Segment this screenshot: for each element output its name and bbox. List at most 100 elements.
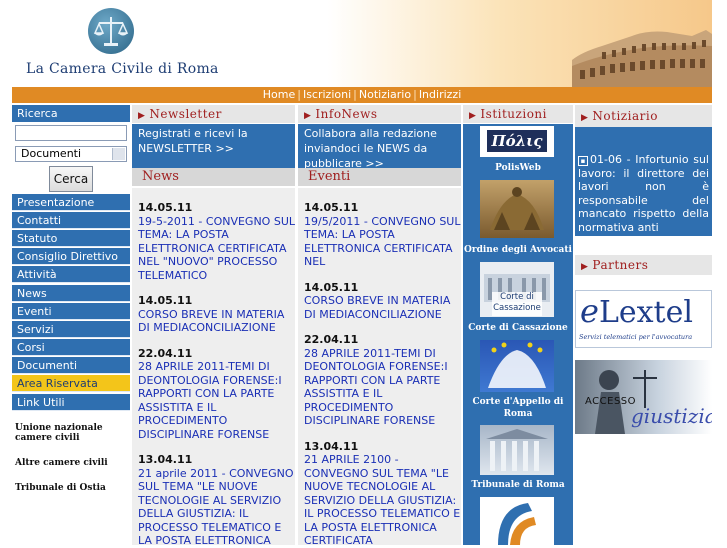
list-item[interactable]: 13.04.11 21 APRILE 2100 - CONVEGNO SUL T…	[304, 440, 461, 546]
list-item[interactable]: 14.05.11 CORSO BREVE IN MATERIA DI MEDIA…	[138, 294, 295, 335]
lextel-tagline: Servizi telematici per l'avvocatura	[579, 333, 693, 341]
news-section-title: News	[132, 168, 295, 186]
notiziario-box[interactable]: ▪ 01-06 - Infortunio sul lavoro: il diret…	[575, 150, 712, 236]
nav-iscrizioni-link[interactable]: Iscrizioni	[303, 88, 351, 101]
top-navbar: Home | Iscrizioni | Notiziario | Indirizzi	[12, 87, 712, 103]
chevron-down-icon[interactable]	[112, 148, 125, 160]
news-date: 13.04.11	[138, 453, 193, 466]
sidebar-item-corsi[interactable]: Corsi	[12, 339, 130, 356]
colosseum-image	[572, 22, 712, 87]
nav-indirizzi-link[interactable]: Indirizzi	[419, 88, 461, 101]
sidebar-item-contatti[interactable]: Contatti	[12, 212, 130, 229]
search-category-select[interactable]: Documenti	[15, 146, 127, 162]
event-date: 14.05.11	[304, 280, 359, 294]
sidebar-item-eventi[interactable]: Eventi	[12, 303, 130, 320]
istituzione-polisweb[interactable]: PolisWeb	[464, 160, 572, 177]
list-item[interactable]: 14.05.11 19/5/2011 - CONVEGNO SUL TEMA: …	[304, 201, 461, 269]
search-input[interactable]	[15, 125, 127, 141]
newsletter-box[interactable]: Registrati e ricevi la NEWSLETTER >>	[132, 124, 295, 168]
nav-separator: |	[297, 88, 301, 101]
eventi-list: 14.05.11 19/5/2011 - CONVEGNO SUL TEMA: …	[298, 188, 461, 545]
istituzione-corte-cassazione[interactable]: Corte di Cassazione	[464, 320, 572, 337]
lextel-banner[interactable]: eLextel Servizi telematici per l'avvocat…	[575, 290, 712, 348]
accesso-giustizia-banner[interactable]: ACCESSO giustizia	[575, 360, 712, 434]
newsletter-header: ▶ Newsletter	[132, 105, 295, 123]
sidebar-item-servizi[interactable]: Servizi	[12, 321, 130, 338]
tribunale-roma-image[interactable]	[480, 425, 554, 475]
triangle-right-icon: ▶	[469, 111, 477, 121]
triangle-right-icon: ▶	[581, 262, 589, 272]
nav-home-link[interactable]: Home	[263, 88, 295, 101]
istituzioni-header: ▶ Istituzioni	[463, 105, 573, 123]
sidebar-item-presentazione[interactable]: Presentazione	[12, 194, 130, 211]
partners-title: Partners	[592, 258, 649, 272]
lextel-e-icon: e	[580, 292, 599, 330]
news-list: 14.05.11 19-5-2011 - CONVEGNO SUL TEMA: …	[132, 188, 295, 545]
news-link[interactable]: CORSO BREVE IN MATERIA DI MEDIACONCILIAZ…	[138, 308, 295, 335]
news-date: 14.05.11	[138, 294, 193, 307]
infonews-header: ▶ InfoNews	[298, 105, 461, 123]
search-button[interactable]: Cerca	[49, 166, 93, 192]
sidebar-item-documenti[interactable]: Documenti	[12, 357, 130, 374]
accesso-text: ACCESSO	[585, 396, 637, 407]
infonews-title: InfoNews	[315, 107, 378, 121]
event-link[interactable]: 19/5/2011 - CONVEGNO SUL TEMA: LA POSTA …	[304, 215, 461, 269]
link-altre-camere[interactable]: Altre camere civili	[15, 458, 130, 468]
polisweb-logo[interactable]: Πόλις	[480, 126, 554, 157]
corte-appello-image[interactable]	[480, 340, 554, 392]
nav-separator: |	[353, 88, 357, 101]
event-date: 22.04.11	[304, 333, 359, 346]
cassazione-logo-text: Corte di Cassazione	[492, 292, 542, 316]
event-link[interactable]: 21 APRILE 2100 - CONVEGNO SUL TEMA "LE N…	[304, 453, 461, 545]
news-link[interactable]: 28 APRILE 2011-TEMI DI DEONTOLOGIA FOREN…	[138, 360, 295, 441]
nav-separator: |	[413, 88, 417, 101]
sidebar-item-link-utili[interactable]: Link Utili	[12, 394, 130, 411]
event-link[interactable]: 28 APRILE 2011-TEMI DI DEONTOLOGIA FOREN…	[304, 347, 461, 428]
notiziario-text[interactable]: 01-06 - Infortunio sul lavoro: il dirett…	[578, 153, 709, 234]
search-category-value: Documenti	[21, 147, 82, 160]
event-date: 14.05.11	[304, 201, 359, 214]
scales-logo-icon[interactable]	[88, 8, 134, 54]
news-date: 14.05.11	[138, 201, 193, 214]
istituzione-tribunale-roma[interactable]: Tribunale di Roma	[464, 477, 572, 494]
list-item[interactable]: 22.04.11 28 APRILE 2011-TEMI DI DEONTOLO…	[304, 333, 461, 428]
sidebar-item-consiglio-direttivo[interactable]: Consiglio Direttivo	[12, 248, 130, 265]
institution-logo-image[interactable]	[480, 497, 554, 545]
lextel-name: Lextel	[598, 295, 693, 330]
list-item[interactable]: 22.04.11 28 APRILE 2011-TEMI DI DEONTOLO…	[138, 347, 295, 442]
lextel-logo: eLextel	[580, 294, 693, 330]
sidebar-item-news[interactable]: News	[12, 285, 130, 302]
infonews-box[interactable]: Collabora alla redazione inviandoci le N…	[298, 124, 461, 170]
triangle-right-icon: ▶	[581, 113, 589, 123]
notiziario-title: Notiziario	[592, 109, 658, 123]
list-item[interactable]: 14.05.11 CORSO BREVE IN MATERIA DI MEDIA…	[304, 281, 461, 322]
news-date: 22.04.11	[138, 346, 193, 360]
news-link[interactable]: 19-5-2011 - CONVEGNO SUL TEMA: LA POSTA …	[138, 215, 295, 283]
polis-logo-text: Πόλις	[487, 130, 547, 152]
corte-cassazione-image[interactable]: Corte di Cassazione	[480, 262, 554, 317]
sidebar-item-statuto[interactable]: Statuto	[12, 230, 130, 247]
ordine-avvocati-image[interactable]	[480, 180, 554, 238]
istituzioni-title: Istituzioni	[480, 107, 547, 121]
list-item[interactable]: 14.05.11 19-5-2011 - CONVEGNO SUL TEMA: …	[138, 201, 295, 282]
eventi-section-title: Eventi	[298, 168, 461, 186]
sidebar-item-area-riservata[interactable]: Area Riservata	[12, 375, 130, 392]
news-link[interactable]: 21 aprile 2011 - CONVEGNO SUL TEMA "LE N…	[138, 467, 295, 546]
partners-header: ▶ Partners	[575, 255, 712, 275]
news-bullet-icon: ▪	[578, 156, 588, 166]
notiziario-spacer	[575, 127, 712, 150]
giustizia-text: giustizia	[631, 404, 712, 428]
istituzione-ordine-avvocati[interactable]: Ordine degli Avvocati	[464, 242, 572, 259]
link-tribunale-ostia[interactable]: Tribunale di Ostia	[15, 483, 130, 493]
sidebar-item-attivita[interactable]: Attività	[12, 266, 130, 283]
site-title[interactable]: La Camera Civile di Roma	[26, 61, 219, 77]
nav-notiziario-link[interactable]: Notiziario	[359, 88, 411, 101]
triangle-right-icon: ▶	[138, 111, 146, 121]
event-date: 13.04.11	[304, 439, 359, 453]
event-link[interactable]: CORSO BREVE IN MATERIA DI MEDIACONCILIAZ…	[304, 294, 461, 321]
newsletter-title: Newsletter	[149, 107, 222, 121]
search-label: Ricerca	[12, 105, 130, 122]
link-unione-nazionale[interactable]: Unione nazionale camere civili	[15, 423, 130, 443]
list-item[interactable]: 13.04.11 21 aprile 2011 - CONVEGNO SUL T…	[138, 453, 295, 545]
istituzione-corte-appello[interactable]: Corte d'Appello di Roma	[464, 395, 572, 421]
